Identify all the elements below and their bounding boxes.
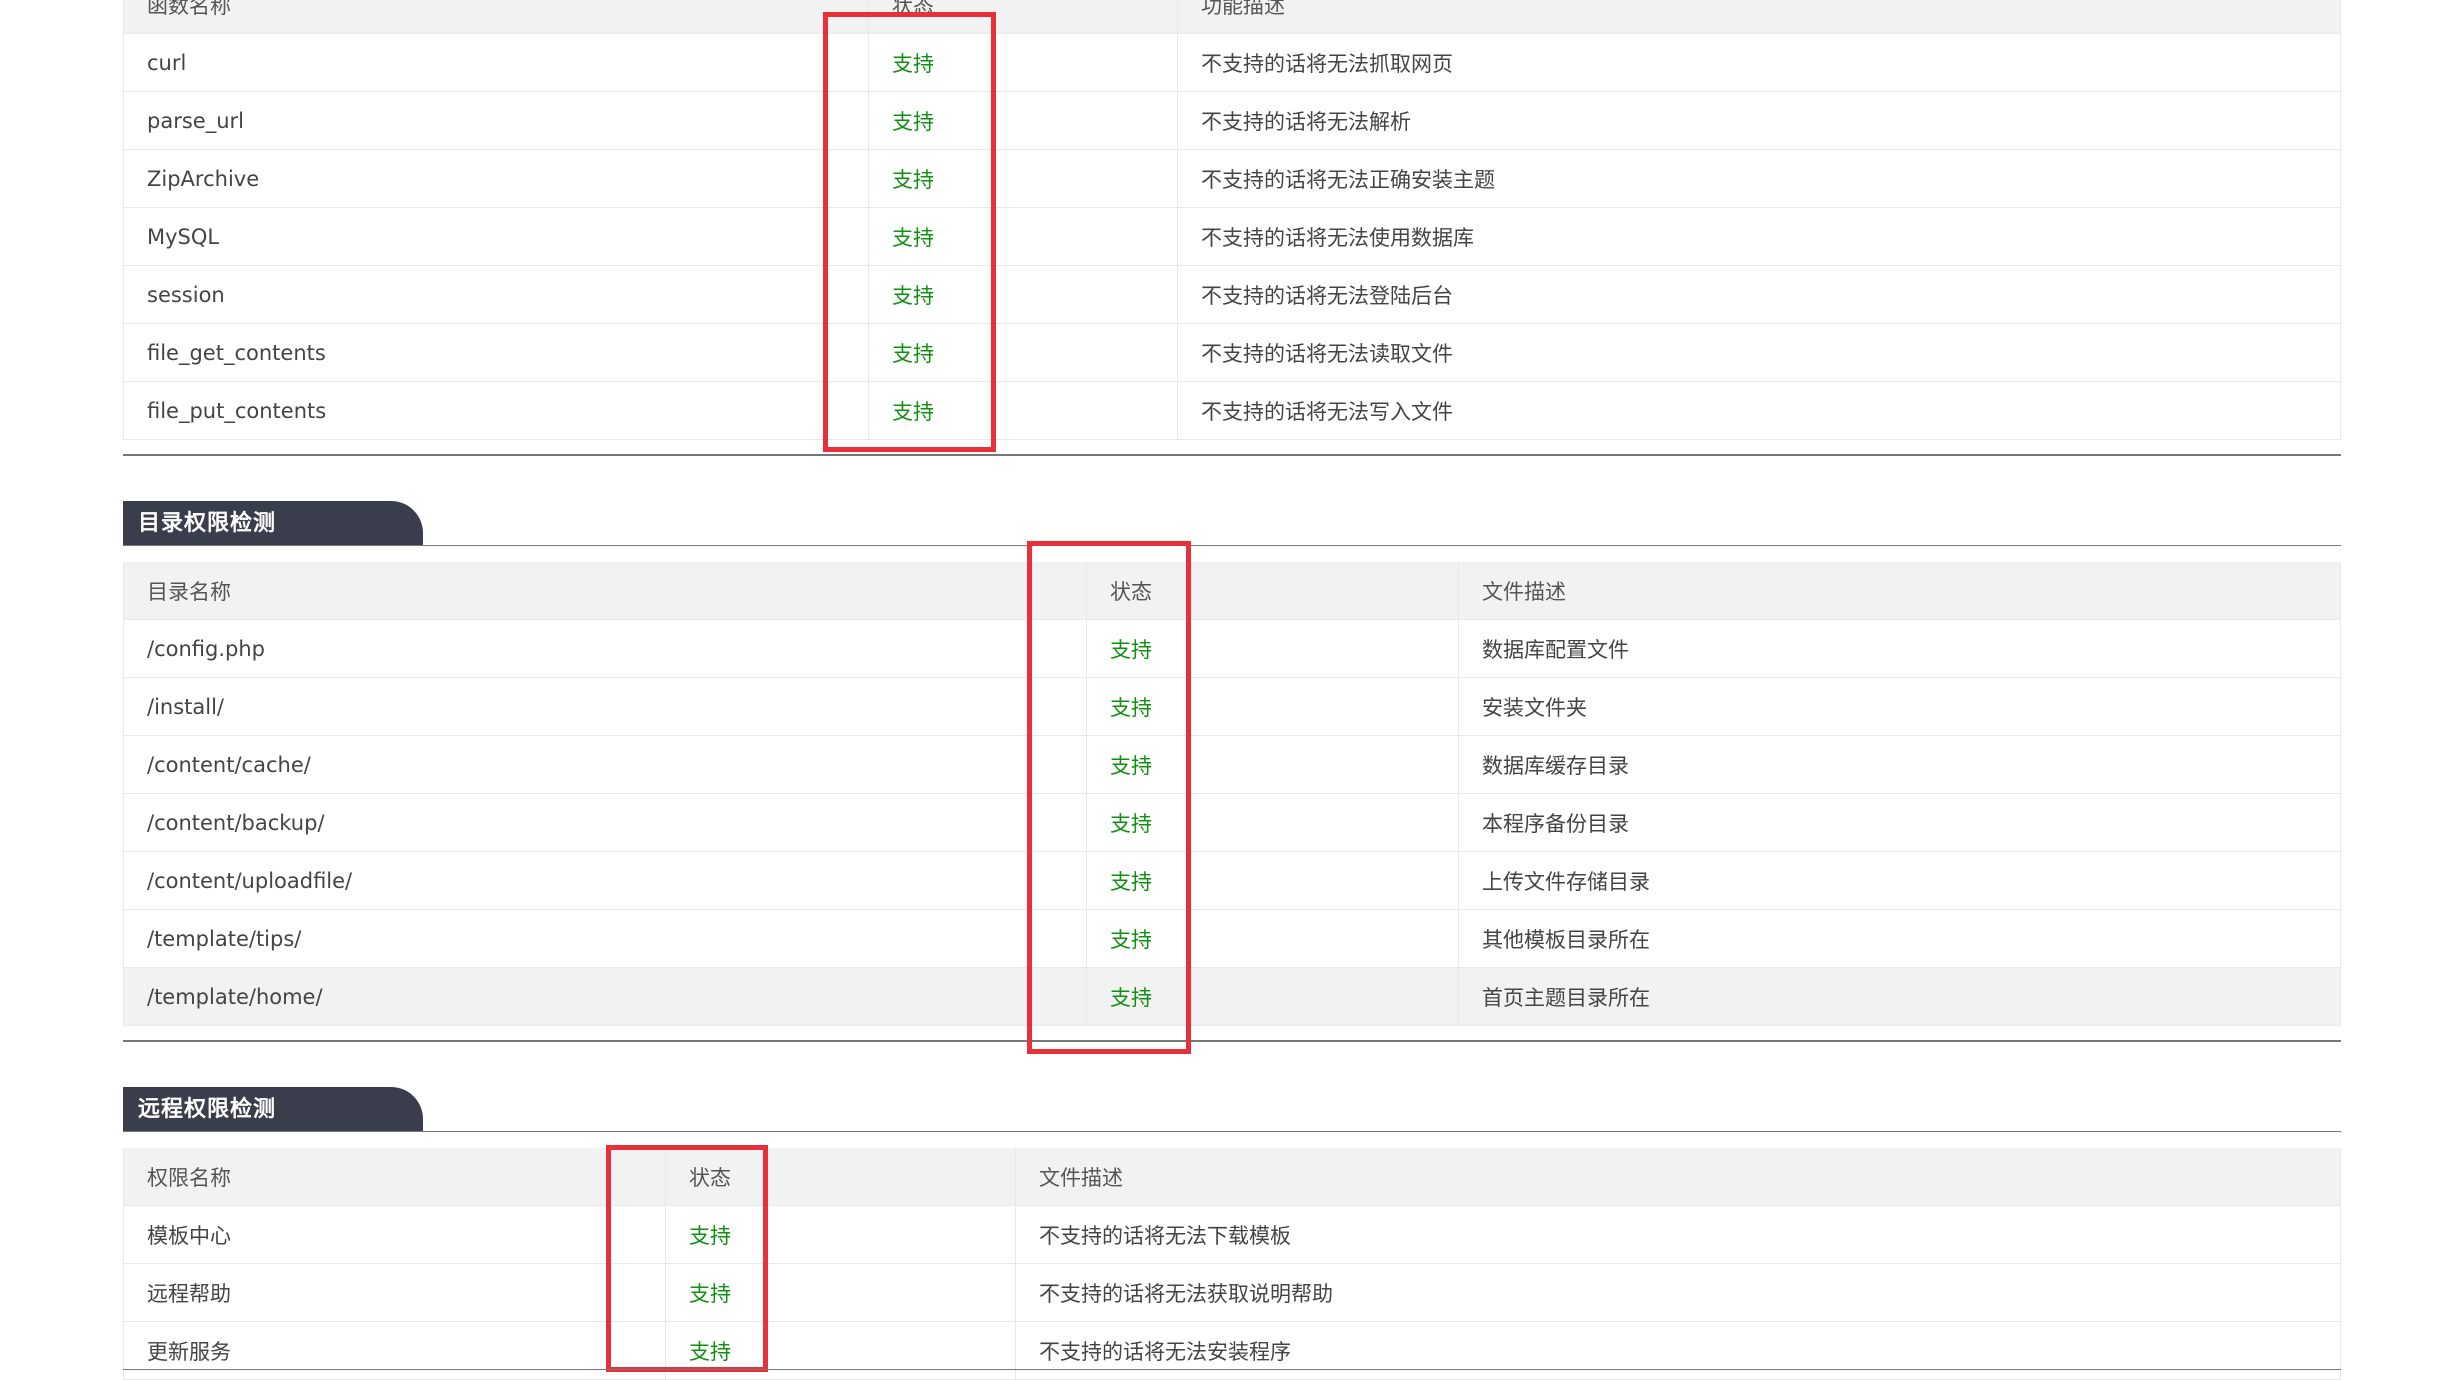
table-row: file_put_contents 支持 不支持的话将无法写入文件 <box>123 381 2341 440</box>
function-name: file_get_contents <box>123 323 869 382</box>
table-row: parse_url 支持 不支持的话将无法解析 <box>123 91 2341 150</box>
table-row: 远程帮助 支持 不支持的话将无法获取说明帮助 <box>123 1263 2341 1322</box>
table-row: /template/tips/ 支持 其他模板目录所在 <box>123 909 2341 968</box>
description: 安装文件夹 <box>1458 677 2341 736</box>
directory-name: /content/backup/ <box>123 793 1087 852</box>
function-name: file_put_contents <box>123 381 869 440</box>
permission-name: 模板中心 <box>123 1205 666 1264</box>
highlight-box <box>1027 541 1191 1054</box>
section-divider <box>123 454 2341 456</box>
description: 不支持的话将无法解析 <box>1177 91 2341 150</box>
function-name: MySQL <box>123 207 869 266</box>
table-row: /install/ 支持 安装文件夹 <box>123 677 2341 736</box>
directory-name: /content/cache/ <box>123 735 1087 794</box>
description: 不支持的话将无法使用数据库 <box>1177 207 2341 266</box>
function-check-table: 函数名称 状态 功能描述 curl 支持 不支持的话将无法抓取网页 parse_… <box>123 0 2341 440</box>
table-row: /content/backup/ 支持 本程序备份目录 <box>123 793 2341 852</box>
description: 其他模板目录所在 <box>1458 909 2341 968</box>
description: 不支持的话将无法安装程序 <box>1015 1321 2341 1380</box>
directory-check-table: 目录名称 状态 文件描述 /config.php 支持 数据库配置文件 /ins… <box>123 562 2341 1026</box>
section-title-directory: 目录权限检测 <box>123 501 423 546</box>
col-description: 功能描述 <box>1177 0 2341 34</box>
table-row: /content/cache/ 支持 数据库缓存目录 <box>123 735 2341 794</box>
table-row: 更新服务 支持 不支持的话将无法安装程序 <box>123 1321 2341 1380</box>
table-row: curl 支持 不支持的话将无法抓取网页 <box>123 33 2341 92</box>
table-header-row: 函数名称 状态 功能描述 <box>123 0 2341 34</box>
permission-name: 远程帮助 <box>123 1263 666 1322</box>
section-divider <box>123 1369 2341 1370</box>
highlight-box <box>606 1145 768 1372</box>
section-title-line <box>123 545 2341 546</box>
section-divider <box>123 1040 2341 1042</box>
table-row: session 支持 不支持的话将无法登陆后台 <box>123 265 2341 324</box>
highlight-box <box>823 12 996 452</box>
col-function-name: 函数名称 <box>123 0 869 34</box>
table-header-row: 权限名称 状态 文件描述 <box>123 1148 2341 1206</box>
remote-check-table: 权限名称 状态 文件描述 模板中心 支持 不支持的话将无法下载模板 远程帮助 支… <box>123 1148 2341 1380</box>
directory-name: /config.php <box>123 619 1087 678</box>
description: 不支持的话将无法正确安装主题 <box>1177 149 2341 208</box>
table-row: /config.php 支持 数据库配置文件 <box>123 619 2341 678</box>
section-title-line <box>123 1131 2341 1132</box>
table-row: ZipArchive 支持 不支持的话将无法正确安装主题 <box>123 149 2341 208</box>
col-directory-name: 目录名称 <box>123 562 1087 620</box>
section-title-remote: 远程权限检测 <box>123 1087 423 1132</box>
description: 首页主题目录所在 <box>1458 967 2341 1026</box>
table-row: file_get_contents 支持 不支持的话将无法读取文件 <box>123 323 2341 382</box>
function-name: ZipArchive <box>123 149 869 208</box>
directory-name: /content/uploadfile/ <box>123 851 1087 910</box>
function-name: parse_url <box>123 91 869 150</box>
description: 本程序备份目录 <box>1458 793 2341 852</box>
function-name: session <box>123 265 869 324</box>
table-row: /template/home/ 支持 首页主题目录所在 <box>123 967 2341 1026</box>
description: 数据库配置文件 <box>1458 619 2341 678</box>
table-header-row: 目录名称 状态 文件描述 <box>123 562 2341 620</box>
table-row: /content/uploadfile/ 支持 上传文件存储目录 <box>123 851 2341 910</box>
description: 不支持的话将无法登陆后台 <box>1177 265 2341 324</box>
description: 不支持的话将无法获取说明帮助 <box>1015 1263 2341 1322</box>
table-row: 模板中心 支持 不支持的话将无法下载模板 <box>123 1205 2341 1264</box>
col-description: 文件描述 <box>1015 1148 2341 1206</box>
description: 不支持的话将无法下载模板 <box>1015 1205 2341 1264</box>
directory-name: /template/home/ <box>123 967 1087 1026</box>
col-permission-name: 权限名称 <box>123 1148 666 1206</box>
description: 不支持的话将无法抓取网页 <box>1177 33 2341 92</box>
col-description: 文件描述 <box>1458 562 2341 620</box>
table-row: MySQL 支持 不支持的话将无法使用数据库 <box>123 207 2341 266</box>
function-name: curl <box>123 33 869 92</box>
directory-name: /install/ <box>123 677 1087 736</box>
permission-name: 更新服务 <box>123 1321 666 1380</box>
description: 数据库缓存目录 <box>1458 735 2341 794</box>
description: 不支持的话将无法写入文件 <box>1177 381 2341 440</box>
description: 不支持的话将无法读取文件 <box>1177 323 2341 382</box>
directory-name: /template/tips/ <box>123 909 1087 968</box>
description: 上传文件存储目录 <box>1458 851 2341 910</box>
